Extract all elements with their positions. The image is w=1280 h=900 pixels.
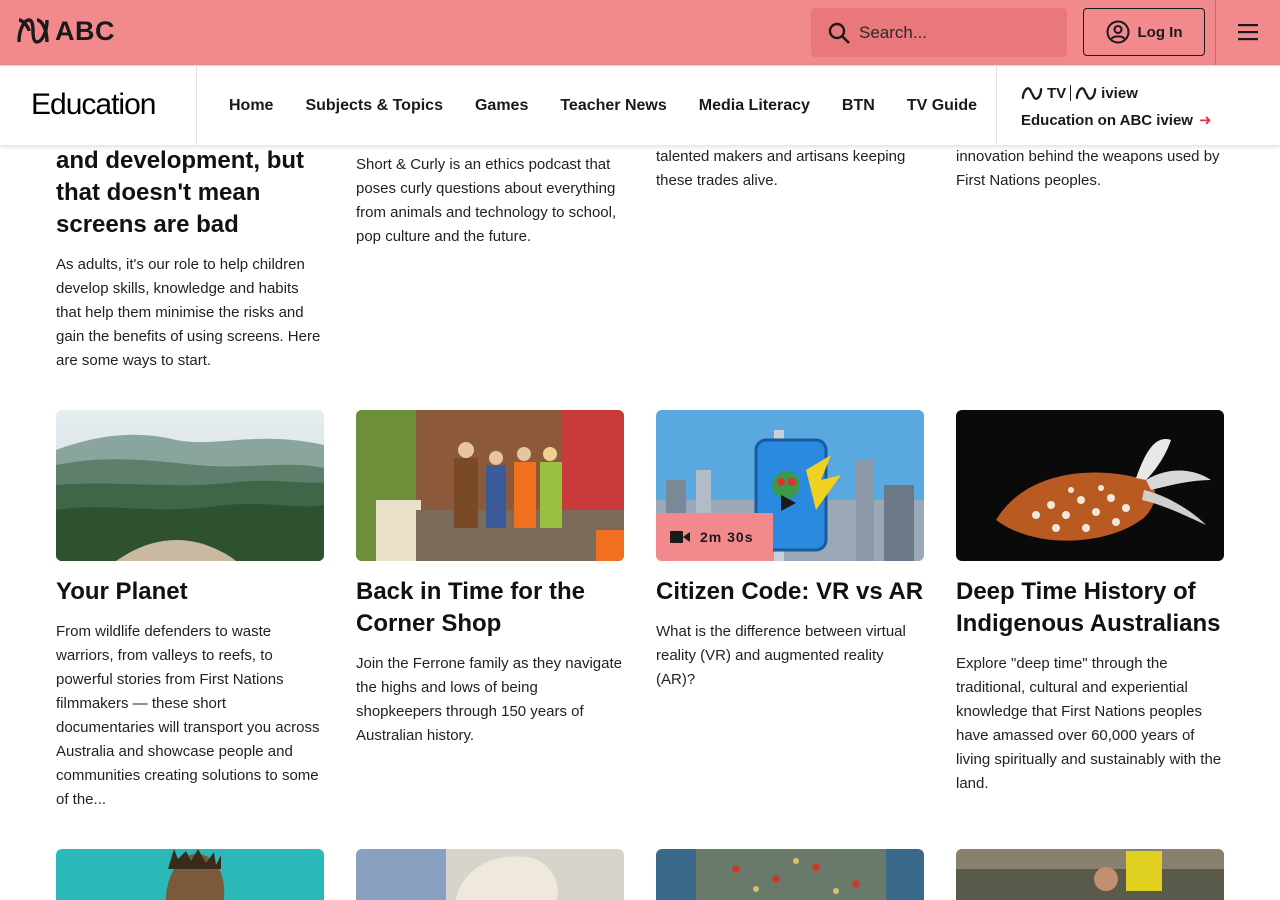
iview-promo[interactable]: TV iview Education on ABC iview ➜ <box>1021 84 1212 130</box>
menu-icon[interactable] <box>1234 20 1262 44</box>
abc-home-link[interactable]: ABC <box>17 16 115 46</box>
card-your-planet[interactable]: Your Planet From wildlife defenders to w… <box>56 576 324 812</box>
iview-label: iview <box>1101 84 1138 102</box>
education-nav-links: Home Subjects & Topics Games Teacher New… <box>229 66 977 146</box>
next-card-thumbnail[interactable] <box>656 849 924 900</box>
education-nav: Education Home Subjects & Topics Games T… <box>0 65 1280 146</box>
card-description: Join the Ferrone family as they navigate… <box>356 655 622 744</box>
card-back-in-time[interactable]: Back in Time for the Corner Shop Join th… <box>356 576 624 748</box>
card-citizen-code[interactable]: Citizen Code: VR vs AR What is the diffe… <box>656 576 924 692</box>
card-title-line: screens are bad <box>56 211 239 238</box>
card-title: Your Planet <box>56 578 188 605</box>
card-description: What is the difference between virtual r… <box>656 623 906 688</box>
card-screens[interactable]: and development, but that doesn't mean s… <box>56 145 324 373</box>
card-description: As adults, it's our role to help childre… <box>56 256 321 369</box>
card-title: Deep Time History of Indigenous Australi… <box>956 578 1221 637</box>
card-deep-time[interactable]: Deep Time History of Indigenous Australi… <box>956 576 1224 796</box>
abc-topbar: ABC Log In <box>0 0 1280 65</box>
nav-divider <box>996 66 997 146</box>
card-short-and-curly[interactable]: Short & Curly is an ethics podcast that … <box>356 153 624 249</box>
nav-link-subjects-topics[interactable]: Subjects & Topics <box>305 97 443 115</box>
abc-logo-icon <box>17 18 49 44</box>
next-card-thumbnail[interactable] <box>356 849 624 900</box>
search-box[interactable] <box>811 8 1067 57</box>
abc-tv-logo-icon <box>1021 86 1043 100</box>
user-icon <box>1106 20 1129 44</box>
video-icon <box>670 531 690 543</box>
duration-badge: 2m 30s <box>656 513 773 561</box>
citizen-code-thumbnail[interactable]: 2m 30s <box>656 410 924 561</box>
arrow-right-icon: ➜ <box>1198 112 1212 129</box>
abc-logo-text: ABC <box>55 16 115 46</box>
search-input[interactable] <box>859 22 1049 43</box>
card-description: innovation behind the weapons used by Fi… <box>956 148 1220 189</box>
card-description: Short & Curly is an ethics podcast that … <box>356 156 617 245</box>
iview-cta[interactable]: Education on ABC iview ➜ <box>1021 111 1212 130</box>
card-weapons[interactable]: innovation behind the weapons used by Fi… <box>956 145 1224 193</box>
card-title: and development, but that doesn't mean s… <box>56 145 324 241</box>
tv-label: TV <box>1047 84 1067 102</box>
card-description: Explore "deep time" through the traditio… <box>956 655 1222 792</box>
nav-link-home[interactable]: Home <box>229 97 273 115</box>
duration-label: 2m 30s <box>700 529 754 545</box>
card-title-line: that doesn't mean <box>56 179 261 206</box>
corner-shop-thumbnail[interactable] <box>356 410 624 561</box>
card-title: Citizen Code: VR vs AR <box>656 578 924 605</box>
card-trades[interactable]: talented makers and artisans keeping the… <box>656 145 924 193</box>
nav-link-teacher-news[interactable]: Teacher News <box>560 97 666 115</box>
deep-time-thumbnail[interactable] <box>956 410 1224 561</box>
login-label: Log In <box>1137 23 1183 41</box>
next-card-thumbnail[interactable] <box>56 849 324 900</box>
card-description: talented makers and artisans keeping the… <box>656 148 906 189</box>
logo-separator <box>1070 85 1072 101</box>
card-description: From wildlife defenders to waste warrior… <box>56 623 320 808</box>
iview-cta-label: Education on ABC iview <box>1021 111 1193 129</box>
topbar-divider <box>1215 0 1216 65</box>
nav-divider <box>196 66 197 146</box>
nav-link-btn[interactable]: BTN <box>842 97 875 115</box>
abc-iview-logo-icon <box>1075 86 1097 100</box>
search-icon <box>828 22 850 44</box>
card-title: Back in Time for the Corner Shop <box>356 578 585 637</box>
card-title-line: and development, but <box>56 147 305 174</box>
next-card-thumbnail[interactable] <box>956 849 1224 900</box>
nav-link-games[interactable]: Games <box>475 97 528 115</box>
login-button[interactable]: Log In <box>1083 8 1205 56</box>
iview-logos: TV iview <box>1021 84 1212 102</box>
nav-link-media-literacy[interactable]: Media Literacy <box>699 97 810 115</box>
education-brand[interactable]: Education <box>31 88 156 122</box>
your-planet-thumbnail[interactable] <box>56 410 324 561</box>
nav-link-tv-guide[interactable]: TV Guide <box>907 97 977 115</box>
